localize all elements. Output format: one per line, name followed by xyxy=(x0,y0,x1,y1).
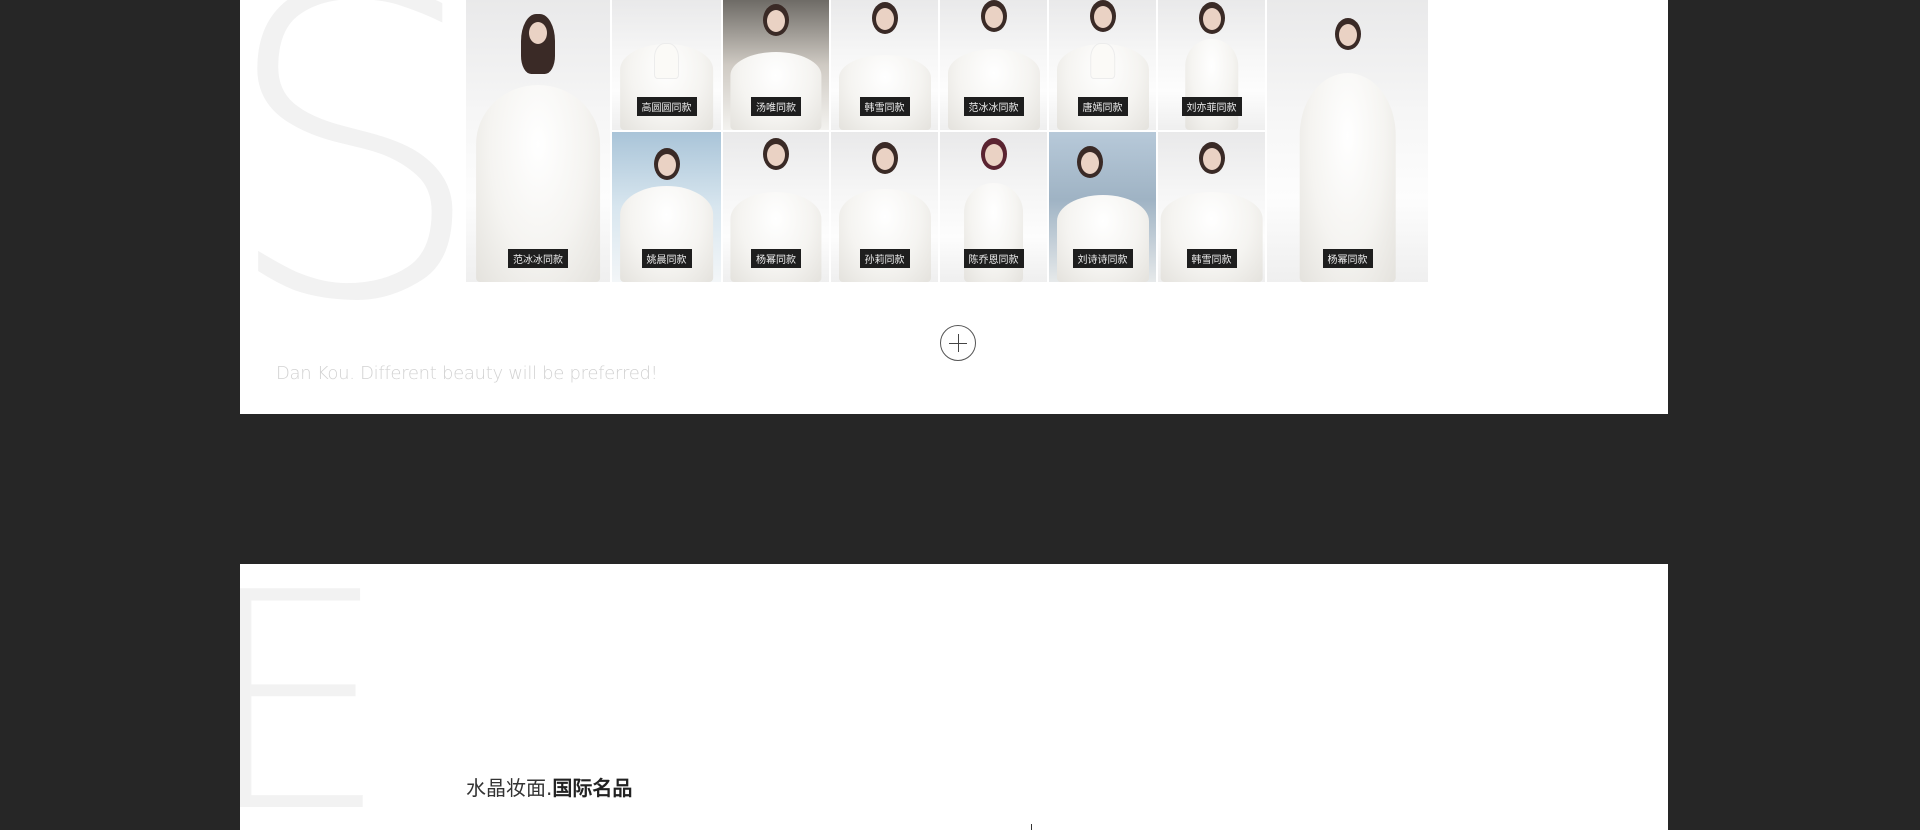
gallery-photo[interactable]: 范冰冰同款 xyxy=(466,0,610,282)
photo-caption: 范冰冰同款 xyxy=(508,249,568,268)
gallery-photo[interactable]: 刘亦菲同款 xyxy=(1158,0,1265,130)
photo-caption: 孙莉同款 xyxy=(859,249,910,268)
gallery-photo[interactable]: 姚晨同款 xyxy=(612,132,721,282)
photo-caption: 杨幂同款 xyxy=(751,249,801,268)
photo-caption: 韩雪同款 xyxy=(1186,249,1237,268)
photo-caption: 范冰冰同款 xyxy=(963,97,1024,116)
section-title-light: 水晶妆面. xyxy=(466,776,553,800)
tagline: Dan Kou. Different beauty will be prefer… xyxy=(276,363,658,384)
gallery-photo[interactable]: 孙莉同款 xyxy=(831,132,938,282)
section-title: 水晶妆面.国际名品 xyxy=(466,772,632,801)
photo-caption: 韩雪同款 xyxy=(859,97,910,116)
photo-caption: 杨幂同款 xyxy=(1322,249,1373,268)
gallery-photo[interactable]: 刘诗诗同款 xyxy=(1049,132,1156,282)
gallery-photo[interactable]: 陈乔恩同款 xyxy=(940,132,1047,282)
gallery-photo[interactable]: 韩雪同款 xyxy=(1158,132,1265,282)
background-letter-decoration: E xyxy=(240,564,390,830)
gallery-photo[interactable]: 韩雪同款 xyxy=(831,0,938,130)
brand-section-panel: E 水晶妆面.国际名品 xyxy=(240,564,1668,830)
celebrity-dress-gallery: 范冰冰同款 高圆圆同款 汤唯同款 韩雪同款 范冰冰同款 唐嫣同款 刘亦菲同款 杨… xyxy=(466,0,1428,282)
divider-tick xyxy=(1031,824,1032,830)
photo-caption: 姚晨同款 xyxy=(641,249,692,268)
gallery-photo[interactable]: 高圆圆同款 xyxy=(612,0,721,130)
photo-caption: 高圆圆同款 xyxy=(636,97,697,116)
photo-caption: 汤唯同款 xyxy=(751,97,801,116)
gallery-photo[interactable]: 范冰冰同款 xyxy=(940,0,1047,130)
gallery-panel: S 范冰冰同款 高圆圆同款 汤唯同款 韩雪同款 范冰冰同款 唐嫣同款 刘亦菲同款… xyxy=(240,0,1668,414)
load-more-button[interactable] xyxy=(940,325,976,361)
photo-caption: 陈乔恩同款 xyxy=(963,249,1024,268)
gallery-photo[interactable]: 唐嫣同款 xyxy=(1049,0,1156,130)
photo-caption: 唐嫣同款 xyxy=(1077,97,1128,116)
gallery-photo[interactable]: 杨幂同款 xyxy=(723,132,829,282)
gallery-photo[interactable]: 杨幂同款 xyxy=(1267,0,1428,282)
photo-caption: 刘亦菲同款 xyxy=(1181,97,1242,116)
photo-caption: 刘诗诗同款 xyxy=(1072,249,1133,268)
background-letter-decoration: S xyxy=(240,0,487,394)
gallery-photo[interactable]: 汤唯同款 xyxy=(723,0,829,130)
section-title-bold: 国际名品 xyxy=(552,776,633,800)
